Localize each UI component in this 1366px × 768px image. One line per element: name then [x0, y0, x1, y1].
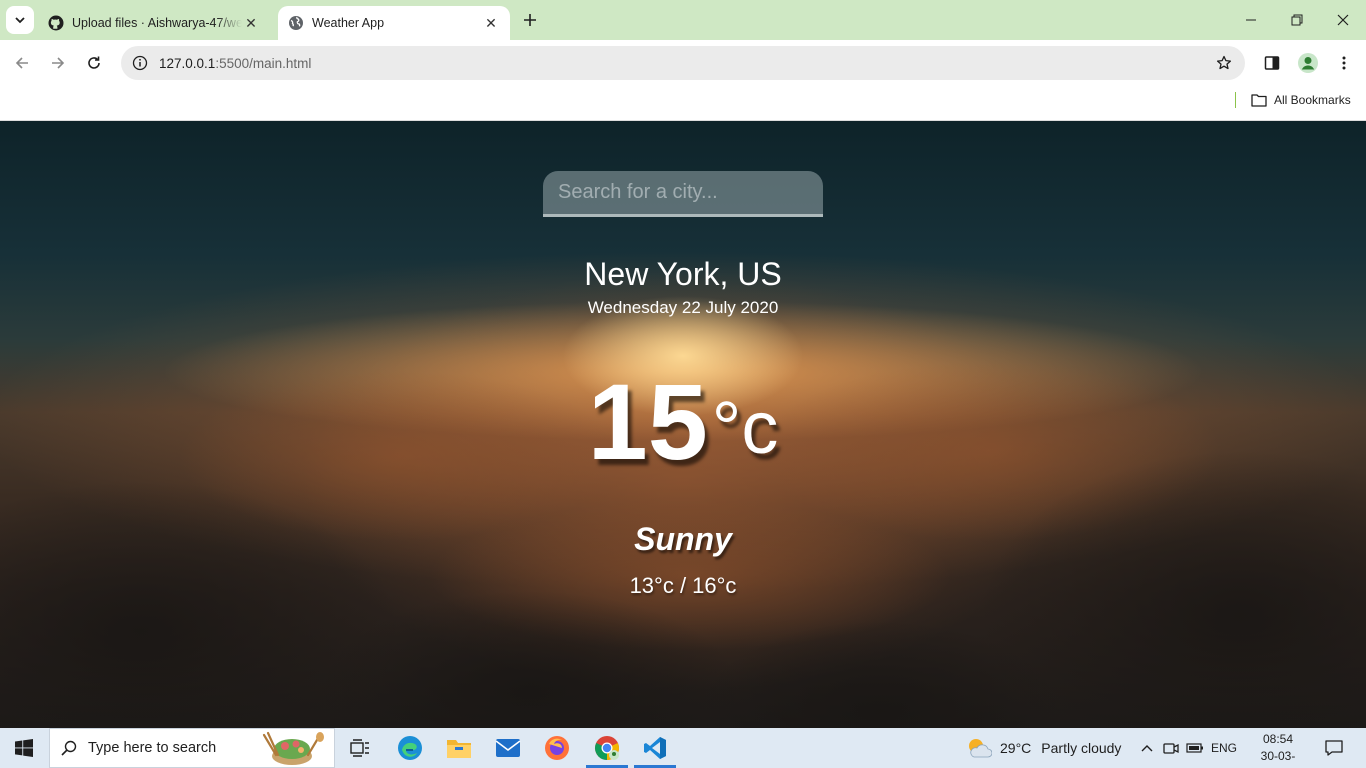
- close-icon: [1337, 14, 1349, 26]
- city-search-input[interactable]: [543, 171, 823, 217]
- arrow-right-icon: [52, 57, 65, 69]
- url-host: 127.0.0.1: [159, 55, 216, 71]
- taskbar-search-placeholder: Type here to search: [88, 740, 217, 756]
- taskbar-weather-condition: Partly cloudy: [1041, 740, 1122, 756]
- edge-icon: [398, 736, 422, 760]
- mail-icon: [495, 739, 521, 757]
- city-name: New York, US: [584, 256, 782, 292]
- partly-cloudy-icon: [966, 737, 992, 759]
- minimize-icon: [1246, 19, 1256, 21]
- search-icon: [50, 740, 88, 756]
- start-button[interactable]: [0, 728, 48, 768]
- taskbar-weather-widget[interactable]: 29°C Partly cloudy: [966, 728, 1121, 768]
- globe-icon: [288, 15, 304, 31]
- tab-title: Upload files · Aishwarya-47/weather-app: [72, 16, 242, 30]
- clock-date: 30-03-2024: [1260, 749, 1296, 768]
- minimize-button[interactable]: [1228, 0, 1274, 40]
- firefox-icon: [545, 736, 569, 760]
- language-indicator[interactable]: ENG: [1208, 728, 1240, 768]
- all-bookmarks-button[interactable]: All Bookmarks: [1251, 90, 1351, 110]
- close-tab-icon[interactable]: ✕: [482, 14, 500, 32]
- notification-icon: [1325, 740, 1343, 756]
- more-vert-icon: [1342, 56, 1346, 70]
- taskbar-clock[interactable]: 08:54 30-03-2024: [1248, 731, 1308, 768]
- arrow-left-icon: [15, 57, 28, 69]
- file-explorer-app[interactable]: [436, 728, 482, 768]
- camera-icon: [1163, 743, 1179, 754]
- temperature-value: 15: [587, 361, 708, 482]
- close-tab-icon[interactable]: ✕: [242, 14, 260, 32]
- tab-title: Weather App: [312, 16, 385, 30]
- browser-toolbar: 127.0.0.1:5500/main.html: [0, 40, 1366, 86]
- hi-low-temperature: 13°c / 16°c: [629, 573, 737, 598]
- vscode-icon: [644, 737, 666, 759]
- show-hidden-icons-button[interactable]: [1136, 728, 1158, 768]
- temperature-unit: °c: [711, 386, 779, 469]
- vscode-app[interactable]: [632, 728, 678, 768]
- site-info-icon[interactable]: [123, 55, 157, 71]
- back-button[interactable]: [6, 47, 38, 79]
- bookmark-star-icon[interactable]: [1207, 55, 1241, 71]
- all-bookmarks-label: All Bookmarks: [1274, 93, 1351, 107]
- plus-icon: [524, 14, 536, 26]
- weather-date: Wednesday 22 July 2020: [587, 298, 779, 317]
- clock-time: 08:54: [1262, 732, 1294, 746]
- mail-app[interactable]: [485, 728, 531, 768]
- reload-icon: [88, 56, 100, 69]
- address-bar[interactable]: 127.0.0.1:5500/main.html: [121, 46, 1245, 80]
- url-text: 127.0.0.1:5500/main.html: [159, 56, 1207, 71]
- forward-button[interactable]: [42, 47, 74, 79]
- bookmarks-bar: All Bookmarks: [0, 86, 1366, 121]
- profile-button[interactable]: [1292, 47, 1324, 79]
- chevron-down-icon: [15, 17, 25, 24]
- taskbar: Type here to search 29°C Partly cloudy E…: [0, 728, 1366, 768]
- tab-strip: Upload files · Aishwarya-47/weather-app …: [0, 0, 1366, 40]
- url-path: :5500/main.html: [215, 55, 312, 71]
- weather-app-page: New York, US Wednesday 22 July 2020 15°c…: [0, 121, 1366, 728]
- bookmarks-separator: [1235, 92, 1236, 108]
- side-panel-icon: [1264, 56, 1280, 70]
- battery-icon: [1186, 743, 1203, 753]
- task-view-icon: [350, 739, 369, 757]
- restore-icon: [1291, 14, 1303, 26]
- reload-button[interactable]: [78, 47, 110, 79]
- temperature: 15°c: [0, 367, 1366, 477]
- chrome-app[interactable]: [584, 728, 630, 768]
- profile-avatar-icon: [1298, 53, 1318, 73]
- chrome-icon: [595, 736, 619, 760]
- firefox-app[interactable]: [534, 728, 580, 768]
- edge-app[interactable]: [387, 728, 433, 768]
- new-tab-button[interactable]: [518, 8, 542, 32]
- tab-upload-files[interactable]: Upload files · Aishwarya-47/weather-app …: [38, 6, 270, 40]
- github-icon: [48, 15, 64, 31]
- chevron-up-icon: [1141, 745, 1153, 752]
- folder-icon: [1251, 93, 1267, 107]
- weather-condition: Sunny: [634, 521, 732, 557]
- battery-button[interactable]: [1184, 728, 1206, 768]
- close-window-button[interactable]: [1320, 0, 1366, 40]
- windows-logo-icon: [15, 739, 33, 757]
- salad-doodle-icon: [262, 731, 324, 765]
- menu-button[interactable]: [1328, 47, 1360, 79]
- taskbar-search-box[interactable]: Type here to search: [49, 728, 335, 768]
- folder-icon: [447, 740, 471, 758]
- tab-search-button[interactable]: [6, 6, 34, 34]
- taskbar-weather-temp: 29°C: [1000, 740, 1032, 756]
- side-panel-button[interactable]: [1256, 47, 1288, 79]
- restore-button[interactable]: [1274, 0, 1320, 40]
- meet-now-button[interactable]: [1160, 728, 1182, 768]
- notifications-button[interactable]: [1318, 728, 1350, 768]
- task-view-button[interactable]: [337, 728, 383, 768]
- tab-weather-app[interactable]: Weather App ✕: [278, 6, 510, 40]
